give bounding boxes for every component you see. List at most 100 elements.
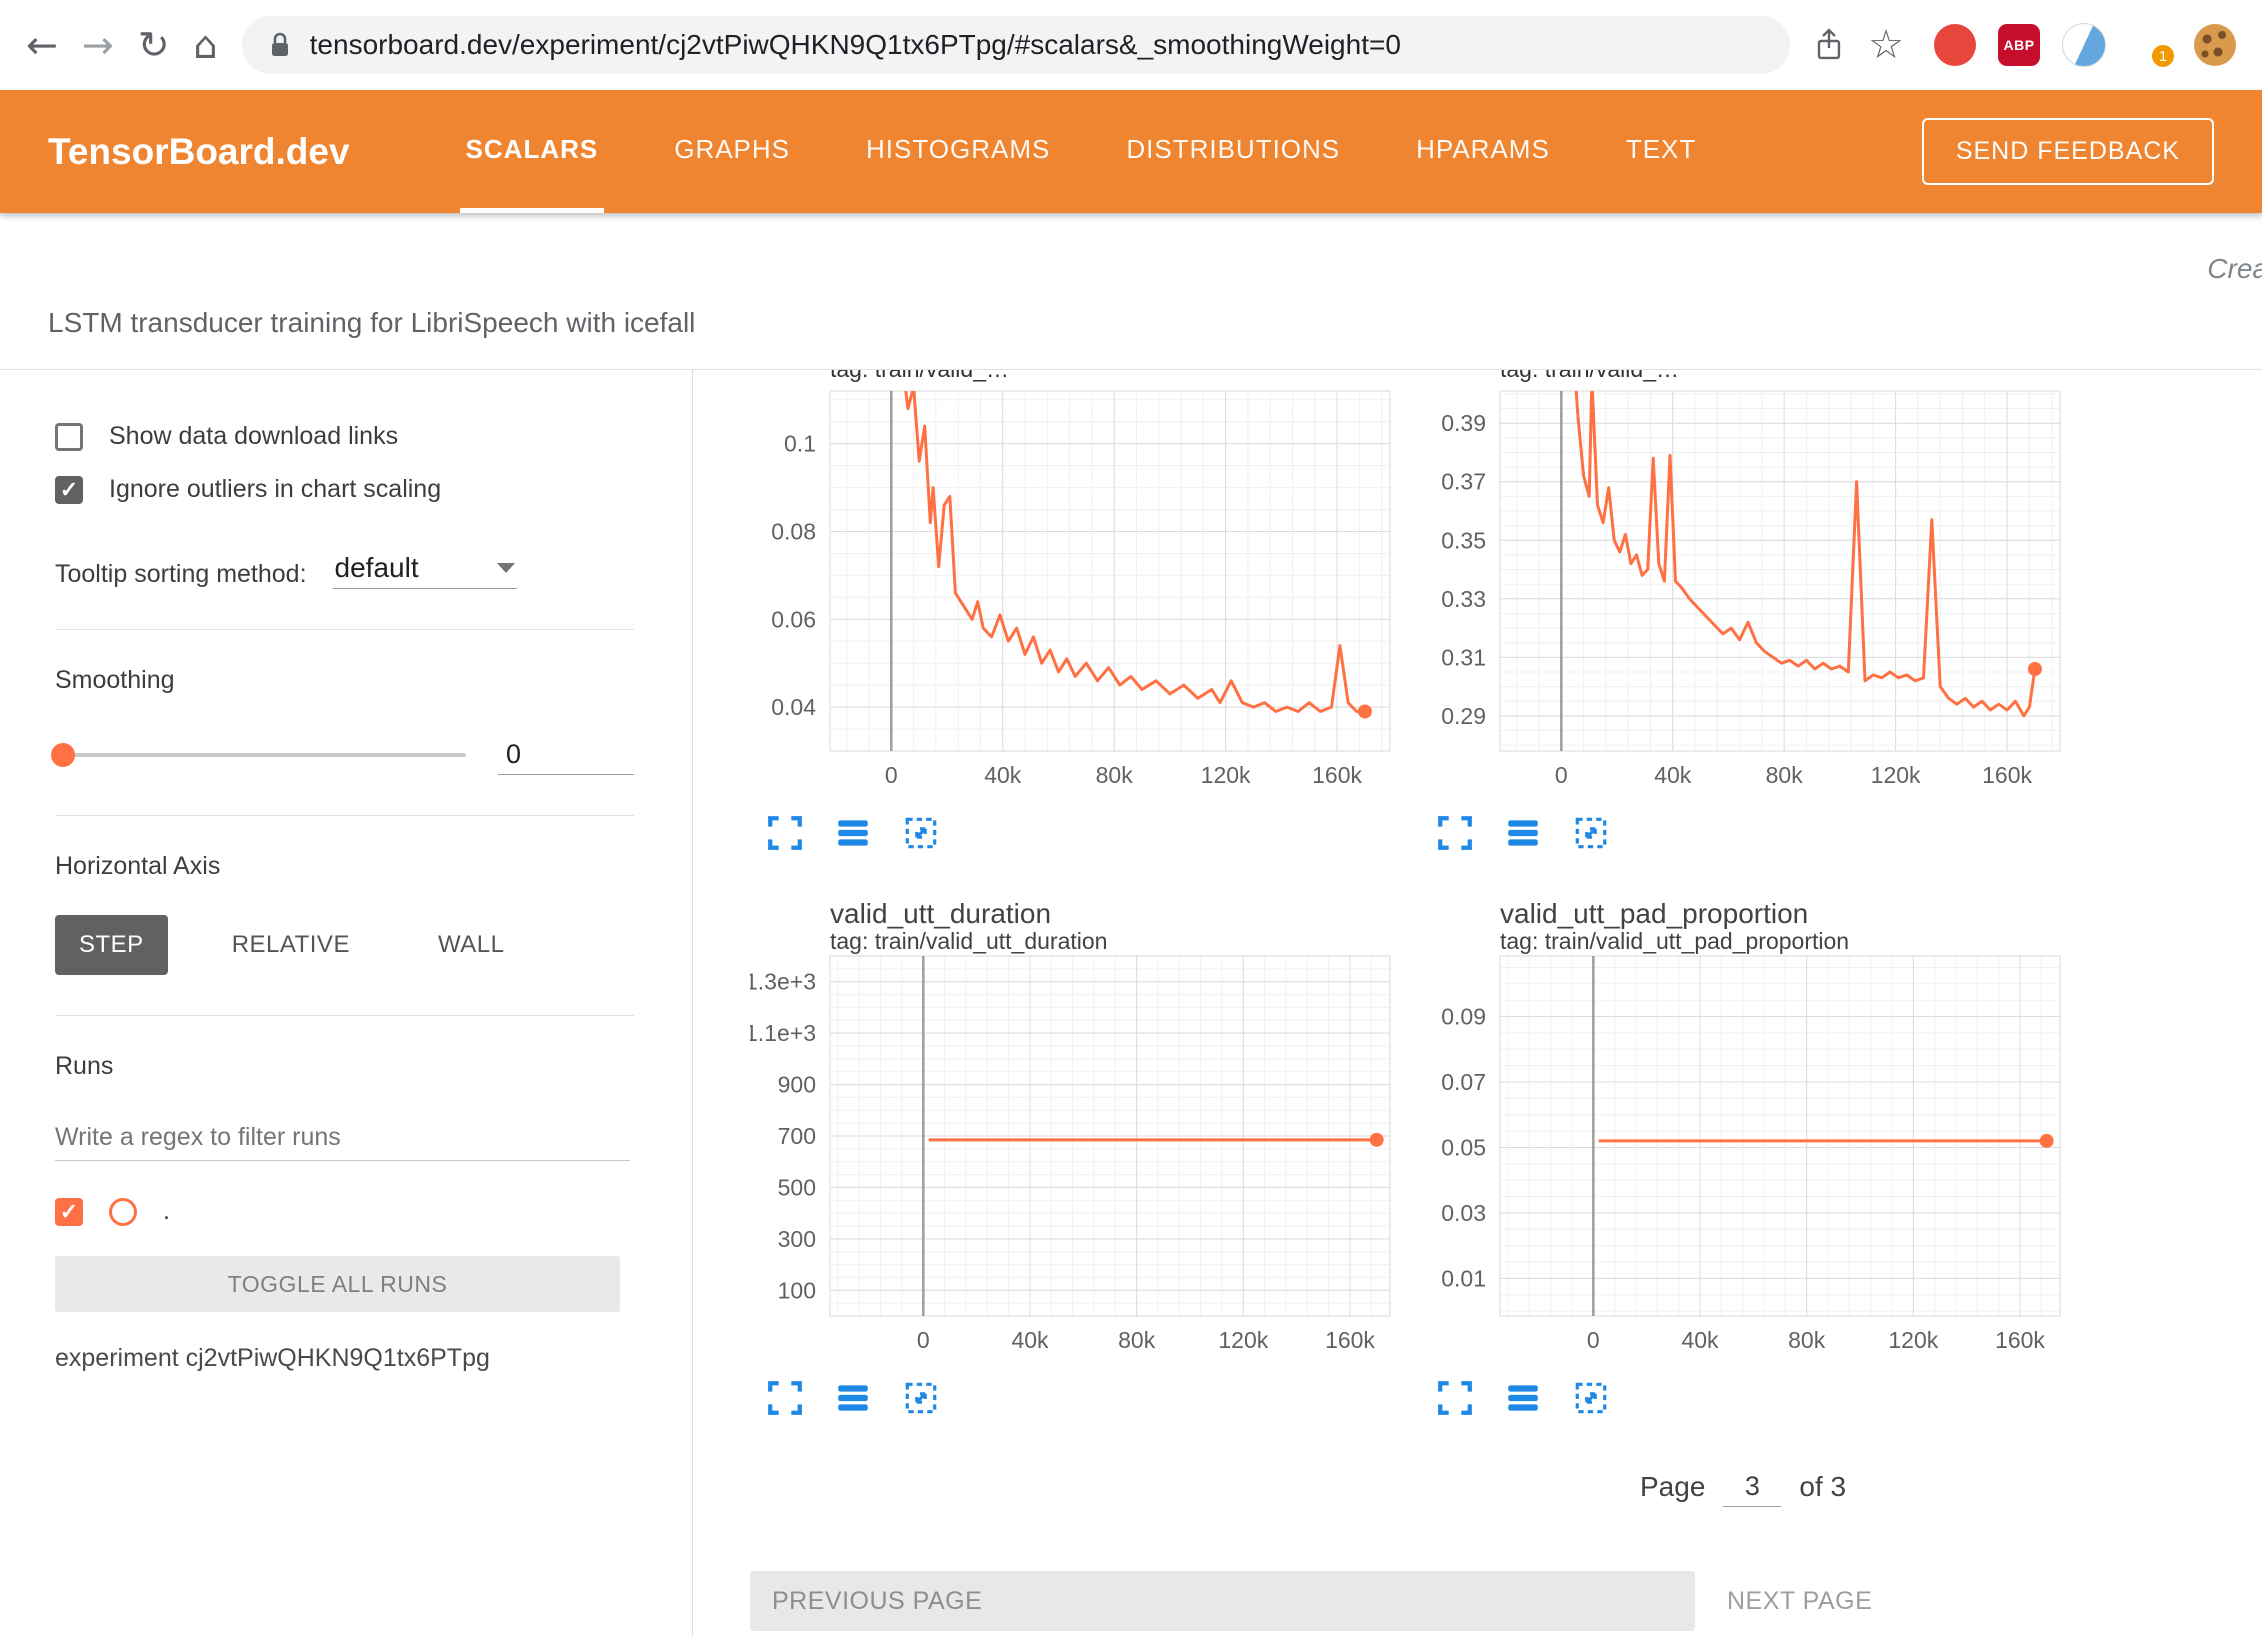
svg-text:0.39: 0.39 [1441, 410, 1486, 436]
share-icon[interactable] [1814, 27, 1844, 63]
tooltip-sorting-row: Tooltip sorting method: default [55, 548, 634, 589]
svg-text:120k: 120k [1871, 762, 1921, 788]
run-row: ✓ . [55, 1197, 634, 1226]
smoothing-label: Smoothing [55, 666, 634, 695]
tab-distributions[interactable]: DISTRIBUTIONS [1120, 90, 1346, 213]
data-table-icon[interactable] [1502, 1377, 1544, 1419]
chart-toolbar [764, 1377, 1395, 1419]
tab-scalars[interactable]: SCALARS [460, 90, 605, 213]
smoothing-slider-thumb[interactable] [51, 743, 75, 767]
data-table-icon[interactable] [1502, 812, 1544, 854]
fit-domain-icon[interactable] [900, 1377, 942, 1419]
svg-text:0.04: 0.04 [771, 694, 816, 720]
chart-tag: tag: train/valid_utt_pad_proportion [1500, 929, 2065, 953]
fullscreen-icon[interactable] [764, 812, 806, 854]
line-chart[interactable]: 040k80k120k160k1003005007009001.1e+31.3e… [750, 953, 1395, 1355]
page-of-label: of 3 [1799, 1471, 1846, 1503]
line-chart[interactable]: 040k80k120k160k0.040.060.080.1 [750, 388, 1395, 790]
tab-text[interactable]: TEXT [1620, 90, 1702, 213]
blue-extension-icon[interactable] [2062, 23, 2106, 67]
extension-icons: ABP 1 [1934, 23, 2236, 67]
chart-title: valid_utt_pad_proportion [1500, 899, 2065, 929]
svg-text:0.29: 0.29 [1441, 703, 1486, 729]
line-chart[interactable]: 040k80k120k160k0.010.030.050.070.09 [1420, 953, 2065, 1355]
runs-filter-input[interactable] [55, 1115, 630, 1161]
experiment-id-caption: experiment cj2vtPiwQHKN9Q1tx6PTpg [55, 1344, 634, 1373]
svg-text:80k: 80k [1118, 1327, 1156, 1353]
profile-avatar[interactable]: 1 [2128, 23, 2172, 67]
svg-text:160k: 160k [1312, 762, 1362, 788]
abp-extension-icon[interactable]: ABP [1998, 24, 2040, 66]
divider [55, 815, 634, 816]
settings-sidebar: Show data download links ✓ Ignore outlie… [0, 370, 693, 1636]
run-color-swatch[interactable] [109, 1198, 137, 1226]
run-checkbox[interactable]: ✓ [55, 1198, 83, 1226]
series-end-dot [1370, 1133, 1384, 1147]
previous-page-button[interactable]: PREVIOUS PAGE [750, 1571, 1695, 1631]
tab-hparams[interactable]: HPARAMS [1410, 90, 1556, 213]
svg-text:500: 500 [778, 1174, 816, 1200]
fullscreen-icon[interactable] [1434, 812, 1476, 854]
fit-domain-icon[interactable] [1570, 1377, 1612, 1419]
svg-text:0: 0 [885, 762, 898, 788]
home-icon[interactable]: ⌂ [194, 26, 218, 64]
cookie-extension-icon[interactable] [2194, 24, 2236, 66]
toggle-all-runs-button[interactable]: TOGGLE ALL RUNS [55, 1256, 620, 1312]
tooltip-sorting-dropdown[interactable]: default [333, 548, 517, 589]
page-number-input[interactable] [1723, 1467, 1781, 1507]
series-end-dot [1358, 704, 1372, 718]
ignore-outliers-checkbox[interactable]: ✓ [55, 476, 83, 504]
chart-toolbar [1434, 812, 2065, 854]
show-download-checkbox[interactable] [55, 423, 83, 451]
divider [55, 1015, 634, 1016]
svg-text:0.01: 0.01 [1441, 1265, 1486, 1291]
svg-text:40k: 40k [1011, 1327, 1049, 1353]
bookmark-star-icon[interactable]: ☆ [1868, 25, 1904, 65]
svg-text:80k: 80k [1766, 762, 1804, 788]
adblock-extension-icon[interactable] [1934, 24, 1976, 66]
chart-svg: 040k80k120k160k0.010.030.050.070.09 [1420, 953, 2065, 1355]
horizontal-axis-buttons: STEP RELATIVE WALL [55, 915, 634, 975]
fit-domain-icon[interactable] [1570, 812, 1612, 854]
series-end-dot [2040, 1134, 2054, 1148]
next-page-button[interactable]: NEXT PAGE [1721, 1586, 1878, 1617]
smoothing-slider[interactable] [55, 753, 466, 757]
svg-text:0.06: 0.06 [771, 606, 816, 632]
line-chart[interactable]: 040k80k120k160k0.290.310.330.350.370.39 [1420, 388, 2065, 790]
chart-card: valid_utt_pad_proportion tag: train/vali… [1420, 899, 2065, 1419]
tab-graphs[interactable]: GRAPHS [668, 90, 796, 213]
axis-relative-button[interactable]: RELATIVE [208, 915, 374, 975]
svg-text:0.03: 0.03 [1441, 1200, 1486, 1226]
padlock-icon [268, 30, 292, 60]
send-feedback-button[interactable]: SEND FEEDBACK [1922, 118, 2214, 185]
fullscreen-icon[interactable] [764, 1377, 806, 1419]
forward-icon[interactable]: → [82, 26, 114, 64]
created-clipped-text: Crea [2207, 253, 2262, 285]
runs-label: Runs [55, 1052, 634, 1081]
smoothing-value-input[interactable] [498, 735, 634, 775]
data-table-icon[interactable] [832, 1377, 874, 1419]
tab-histograms[interactable]: HISTOGRAMS [860, 90, 1056, 213]
experiment-description: LSTM transducer training for LibriSpeech… [48, 307, 695, 339]
chart-svg: 040k80k120k160k0.040.060.080.1 [750, 388, 1395, 790]
chart-tag-clipped: tag: train/valid_… [830, 370, 1395, 388]
back-icon[interactable]: ← [26, 26, 58, 64]
url-bar[interactable]: tensorboard.dev/experiment/cj2vtPiwQHKN9… [242, 16, 1791, 74]
page: ← → ↻ ⌂ tensorboard.dev/experiment/cj2vt… [0, 0, 2262, 1636]
axis-step-button[interactable]: STEP [55, 915, 168, 975]
data-table-icon[interactable] [832, 812, 874, 854]
axis-wall-button[interactable]: WALL [414, 915, 528, 975]
reload-icon[interactable]: ↻ [138, 26, 170, 64]
svg-text:120k: 120k [1888, 1327, 1938, 1353]
svg-text:0: 0 [1555, 762, 1568, 788]
chart-tag: tag: train/valid_utt_duration [830, 929, 1395, 953]
svg-text:0.1: 0.1 [784, 431, 816, 457]
fit-domain-icon[interactable] [900, 812, 942, 854]
chart-toolbar [764, 812, 1395, 854]
series-end-dot [2028, 662, 2042, 676]
fullscreen-icon[interactable] [1434, 1377, 1476, 1419]
chart-toolbar [1434, 1377, 2065, 1419]
ignore-outliers-row: ✓ Ignore outliers in chart scaling [55, 475, 634, 504]
svg-text:80k: 80k [1788, 1327, 1826, 1353]
show-download-row: Show data download links [55, 422, 634, 451]
